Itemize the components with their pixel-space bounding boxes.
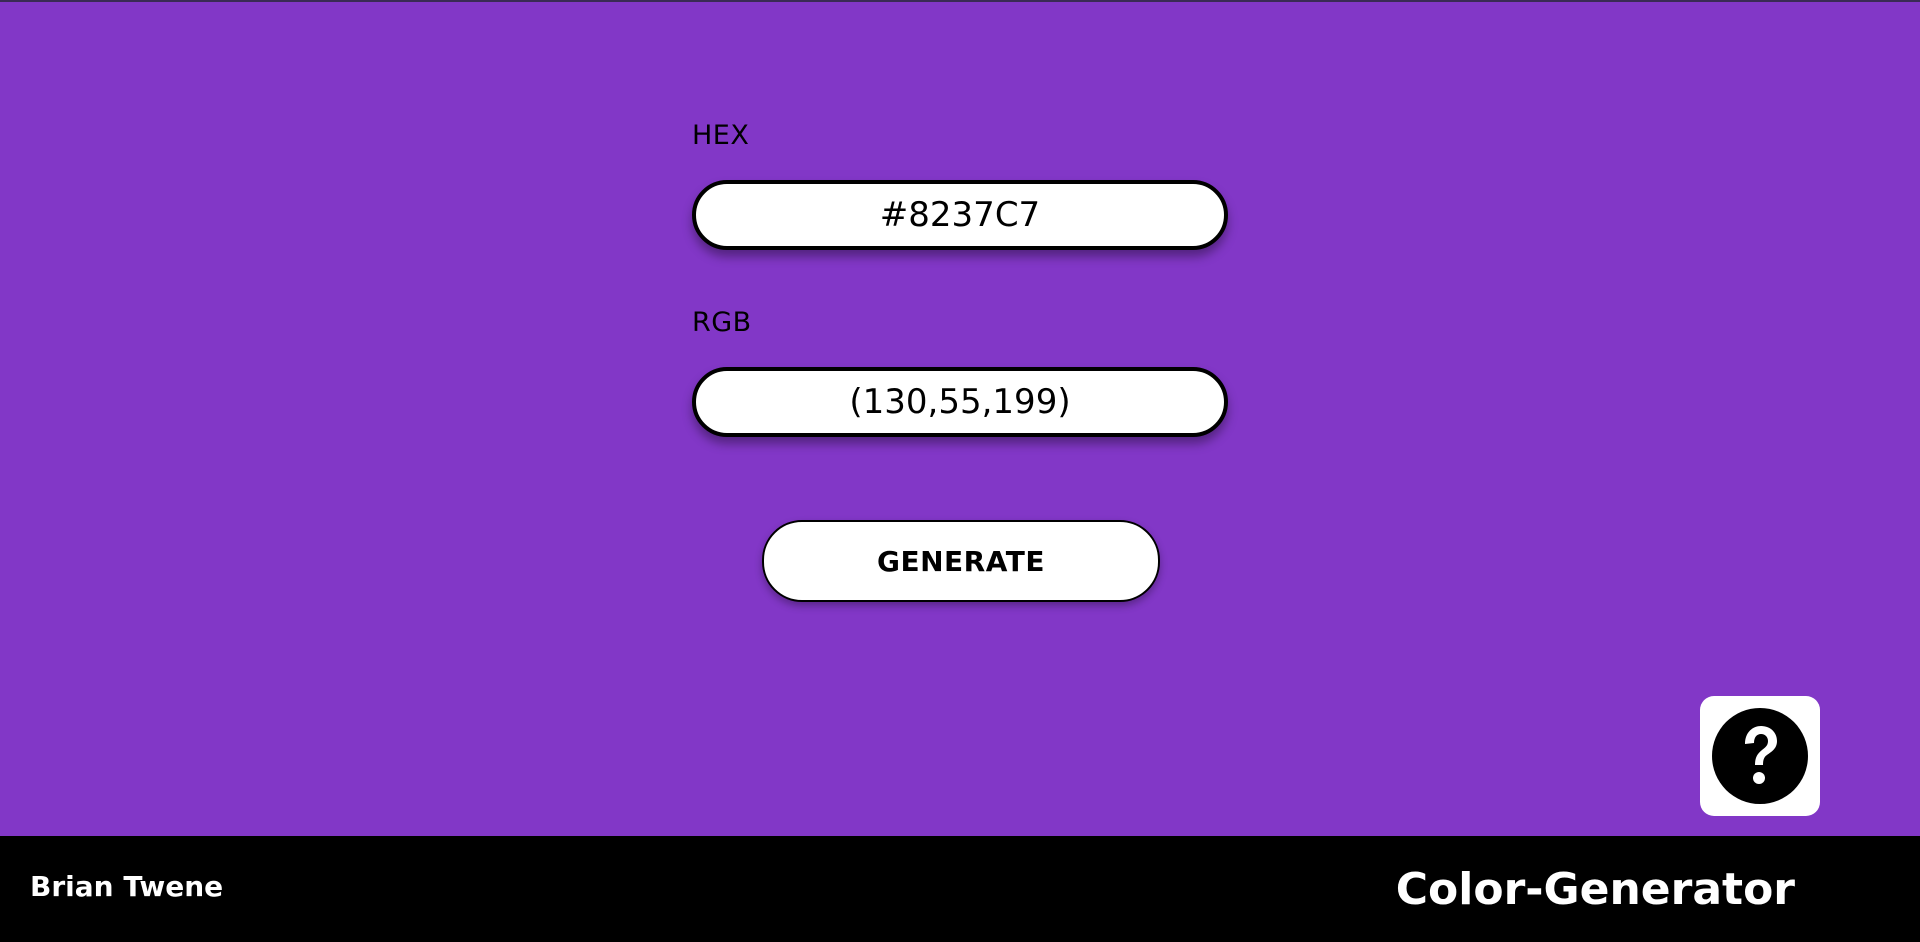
top-rule — [0, 0, 1920, 2]
hex-label: HEX — [692, 120, 750, 151]
hex-field[interactable]: #8237C7 — [692, 180, 1228, 250]
rgb-field[interactable]: (130,55,199) — [692, 367, 1228, 437]
footer: Brian Twene Color-Generator — [0, 836, 1920, 942]
rgb-label: RGB — [692, 307, 752, 338]
question-circle-icon — [1712, 708, 1808, 804]
generate-button[interactable]: GENERATE — [762, 520, 1160, 602]
help-button[interactable] — [1700, 696, 1820, 816]
author-name: Brian Twene — [30, 870, 224, 903]
app-title: Color-Generator — [1395, 864, 1795, 915]
